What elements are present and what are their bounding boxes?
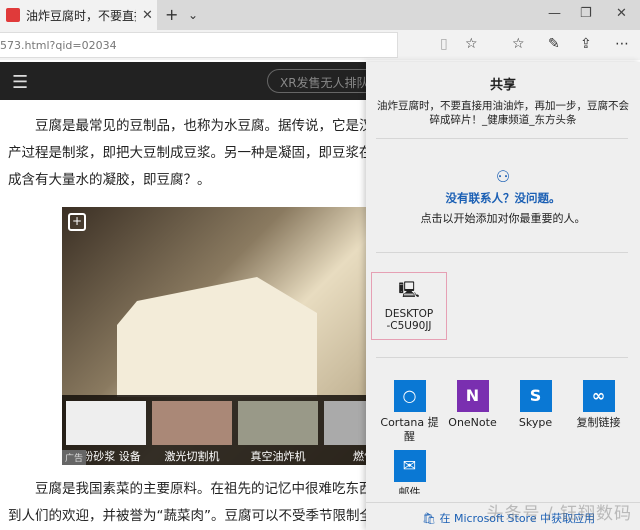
share-description: 油炸豆腐时，不要直接用油油炸，再加一步，豆腐不会碎成碎片！_健康频道_东方头条 bbox=[377, 100, 629, 126]
text-line: 成含有大量水的凝胶，即豆腐？。 bbox=[8, 172, 211, 188]
text-line: 产过程是制浆，即把大豆制成豆浆。另一种是凝固，即豆浆在热和 bbox=[8, 145, 368, 161]
watermark: 头条号 / 钰翔数码 bbox=[486, 504, 632, 524]
tofu-picture bbox=[117, 277, 317, 397]
app-label: Skype bbox=[518, 416, 553, 429]
tab-title: 油炸豆腐时，不要直接 bbox=[26, 8, 136, 23]
close-window-icon[interactable]: ✕ bbox=[616, 6, 627, 21]
more-icon[interactable]: ⋯ bbox=[615, 36, 629, 52]
favorite-star-icon[interactable]: ☆ bbox=[465, 36, 478, 52]
tab-bar: 油炸豆腐时，不要直接 ✕ + ⌄ — ❐ ✕ bbox=[0, 0, 640, 30]
mail-icon: ✉ bbox=[393, 450, 426, 482]
article-paragraph-1: 豆腐是最常见的豆制品，也称为水豆腐。据传说，它是汉代淮 产过程是制浆，即把大豆制… bbox=[8, 113, 368, 194]
add-icon[interactable]: + bbox=[68, 213, 86, 231]
ad-item[interactable]: 真空油炸机 bbox=[238, 401, 318, 463]
link-icon: ∞ bbox=[582, 380, 615, 412]
nearby-device[interactable]: 🖳 DESKTOP-C5U90JJ bbox=[371, 272, 447, 340]
cortana-icon: ○ bbox=[393, 380, 426, 412]
notes-pen-icon[interactable]: ✎ bbox=[548, 36, 560, 52]
app-cortana[interactable]: ○ Cortana 提醒 bbox=[378, 380, 441, 444]
site-favicon-icon bbox=[6, 8, 20, 22]
restore-icon[interactable]: ❐ bbox=[580, 6, 592, 21]
close-tab-icon[interactable]: ✕ bbox=[142, 8, 153, 23]
favorites-hub-icon[interactable]: ☆ bbox=[512, 36, 525, 52]
share-panel: 共享 油炸豆腐时，不要直接用油油炸，再加一步，豆腐不会碎成碎片！_健康频道_东方… bbox=[366, 62, 640, 530]
app-copy-link[interactable]: ∞ 复制链接 bbox=[567, 380, 630, 444]
article-paragraph-2: 豆腐是我国素菜的主要原料。在祖先的记忆中很难吃东西。约 到人们的欢迎，并被誉为“… bbox=[8, 476, 368, 530]
share-title: 共享 bbox=[489, 78, 516, 93]
new-tab-icon[interactable]: + bbox=[165, 5, 178, 24]
app-mail[interactable]: ✉ 邮件 bbox=[378, 450, 441, 494]
divider bbox=[376, 252, 628, 253]
onenote-icon: N bbox=[456, 380, 489, 412]
ad-label: 真空油炸机 bbox=[250, 450, 306, 463]
text-line: 豆腐是我国素菜的主要原料。在祖先的记忆中很难吃东西。约 bbox=[8, 481, 368, 497]
app-label: OneNote bbox=[448, 416, 497, 429]
ad-strip: 干粉砂浆 设备 激光切割机 真空油炸机 燃气 广告 bbox=[62, 395, 404, 465]
hamburger-menu-icon[interactable]: ☰ bbox=[12, 72, 28, 93]
ad-tag: 广告 bbox=[62, 450, 87, 465]
text-line: 豆腐是最常见的豆制品，也称为水豆腐。据传说，它是汉代淮 bbox=[8, 118, 368, 134]
text-line: 到人们的欢迎，并被誉为“蔬菜肉”。豆腐可以不受季节限制全年 bbox=[8, 508, 368, 524]
tab-list-chevron-icon[interactable]: ⌄ bbox=[188, 8, 198, 22]
minimize-icon[interactable]: — bbox=[548, 6, 561, 21]
device-name: DESKTOP-C5U90JJ bbox=[384, 308, 434, 332]
active-tab[interactable]: 油炸豆腐时，不要直接 ✕ bbox=[0, 0, 157, 30]
share-apps: ○ Cortana 提醒 N OneNote S Skype ∞ 复制链接 ✉ 邮件 bbox=[378, 380, 630, 494]
address-bar-area: 573.html?qid=02034 bbox=[0, 30, 640, 60]
app-label: 复制链接 bbox=[576, 416, 621, 429]
address-input[interactable]: 573.html?qid=02034 bbox=[0, 32, 398, 58]
ad-item[interactable]: 激光切割机 bbox=[152, 401, 232, 463]
skype-icon: S bbox=[519, 380, 552, 412]
no-contacts-link[interactable]: 没有联系人？没问题。 bbox=[366, 190, 640, 206]
divider bbox=[376, 357, 628, 358]
divider bbox=[376, 138, 628, 139]
app-onenote[interactable]: N OneNote bbox=[441, 380, 504, 444]
people-icon: ⚇ bbox=[495, 167, 511, 186]
reading-view-icon[interactable]: ▯ bbox=[440, 36, 448, 52]
app-label: 邮件 bbox=[398, 486, 421, 494]
app-skype[interactable]: S Skype bbox=[504, 380, 567, 444]
contacts-section: ⚇ 没有联系人？没问题。 点击以开始添加对你最重要的人。 bbox=[366, 167, 640, 226]
desktop-computer-icon: 🖳 bbox=[398, 280, 420, 299]
store-bag-icon: 🛍 bbox=[422, 512, 440, 525]
share-icon[interactable]: ⇪ bbox=[580, 36, 592, 52]
ad-label: 激光切割机 bbox=[164, 450, 220, 463]
no-contacts-hint: 点击以开始添加对你最重要的人。 bbox=[420, 212, 586, 225]
article-image: + 干粉砂浆 设备 激光切割机 真空油炸机 燃气 广告 bbox=[62, 207, 404, 465]
app-label: Cortana 提醒 bbox=[380, 416, 439, 443]
